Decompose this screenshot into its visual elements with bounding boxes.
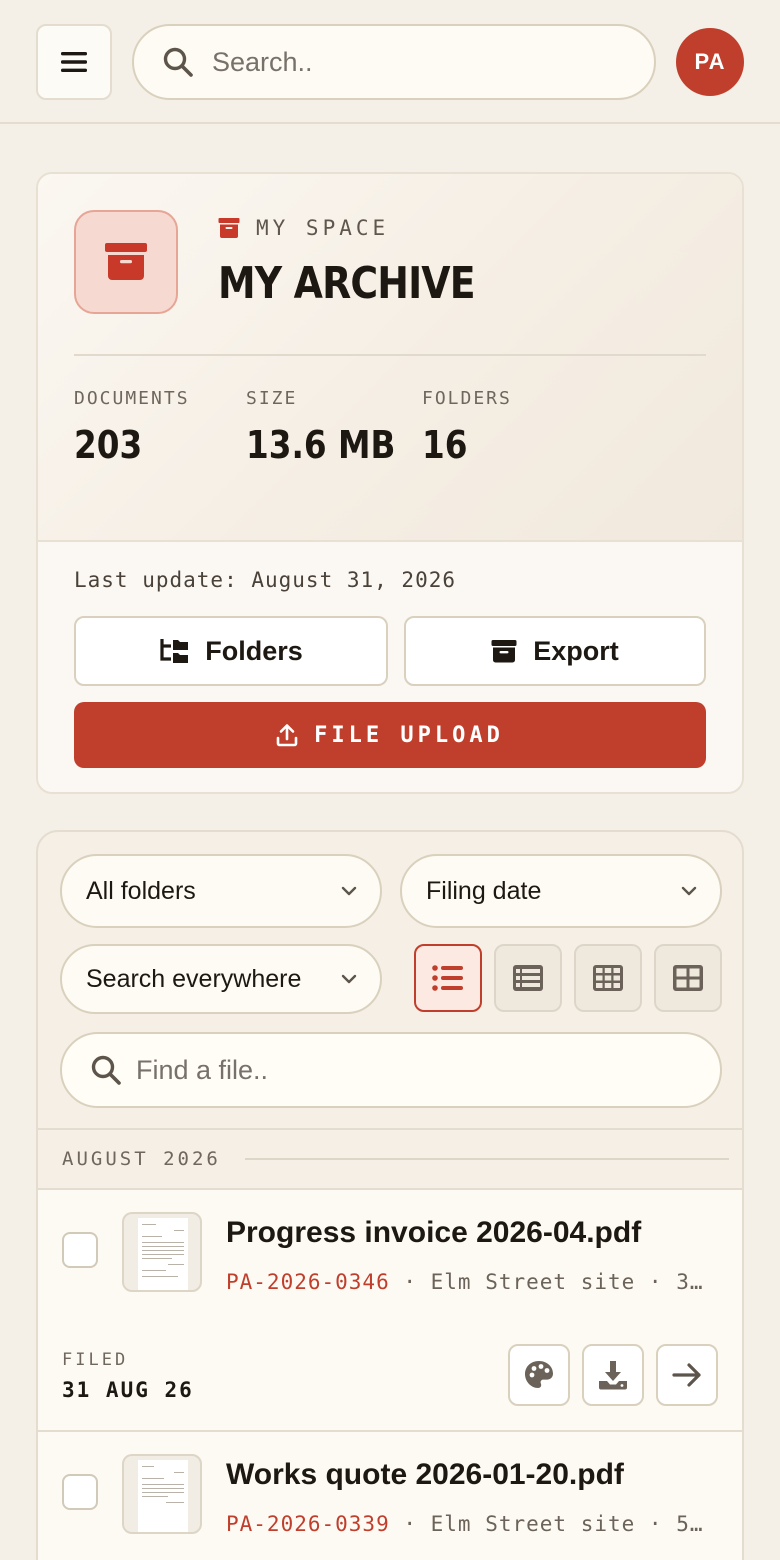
archive-box-icon xyxy=(105,243,147,280)
sort-select[interactable]: Filing date xyxy=(400,854,722,928)
archive-card: MY SPACE MY ARCHIVE DOCUMENTS 203 SIZE 1… xyxy=(36,172,744,794)
archive-eyebrow: MY SPACE xyxy=(218,216,389,240)
archive-small-icon xyxy=(218,218,240,238)
file-reference: PA-2026-0346 xyxy=(226,1270,390,1294)
list-view-button[interactable] xyxy=(414,944,482,1012)
thumbnail-page xyxy=(138,1218,188,1290)
filed-label: FILED xyxy=(62,1350,129,1370)
file-upload-label: FILE UPLOAD xyxy=(314,722,504,748)
search-icon xyxy=(91,1055,121,1085)
archive-icon-box xyxy=(74,210,178,314)
folders-button[interactable]: Folders xyxy=(74,616,388,686)
stat-documents: DOCUMENTS 203 xyxy=(74,388,190,467)
stat-label: DOCUMENTS xyxy=(74,388,190,409)
scope-select[interactable]: Search everywhere xyxy=(60,944,382,1014)
row-checkbox[interactable] xyxy=(62,1232,98,1268)
table-view-button[interactable] xyxy=(494,944,562,1012)
export-button[interactable]: Export xyxy=(404,616,706,686)
file-thumbnail xyxy=(122,1454,202,1534)
divider xyxy=(244,1158,729,1160)
grid-view-button[interactable] xyxy=(574,944,642,1012)
list-view-icon xyxy=(432,965,463,991)
find-file-input[interactable]: Find a file.. xyxy=(60,1032,722,1108)
folder-select[interactable]: All folders xyxy=(60,854,382,928)
file-upload-button[interactable]: FILE UPLOAD xyxy=(74,702,706,768)
large-grid-view-icon xyxy=(673,965,703,991)
filed-date: 31 AUG 26 xyxy=(62,1378,194,1402)
archive-title: MY ARCHIVE xyxy=(218,258,476,309)
scope-select-value: Search everywhere xyxy=(86,964,302,993)
stat-value: 16 xyxy=(422,423,468,467)
download-icon xyxy=(599,1361,627,1390)
global-search-placeholder: Search.. xyxy=(212,46,313,77)
chevron-down-icon xyxy=(681,886,697,896)
stat-value: 13.6 MB xyxy=(246,423,396,467)
row-checkbox[interactable] xyxy=(62,1474,98,1510)
download-button[interactable] xyxy=(582,1344,644,1406)
stat-label: SIZE xyxy=(246,388,298,409)
group-header: AUGUST 2026 xyxy=(38,1128,742,1190)
user-avatar[interactable]: PA xyxy=(676,28,744,96)
open-file-button[interactable] xyxy=(656,1344,718,1406)
grid-view-icon xyxy=(593,965,623,991)
export-button-label: Export xyxy=(533,635,619,666)
menu-button[interactable] xyxy=(36,24,112,100)
file-meta: PA-2026-0339 · Elm Street site · 5… xyxy=(226,1512,720,1536)
upload-icon xyxy=(276,724,298,747)
file-row[interactable]: Works quote 2026-01-20.pdf PA-2026-0339 … xyxy=(38,1432,742,1560)
folder-select-value: All folders xyxy=(86,876,196,905)
archive-eyebrow-text: MY SPACE xyxy=(256,216,390,240)
last-update-text: Last update: August 31, 2026 xyxy=(74,568,457,592)
find-file-placeholder: Find a file.. xyxy=(136,1054,269,1085)
file-reference: PA-2026-0339 xyxy=(226,1512,390,1536)
folder-tree-icon xyxy=(160,639,189,663)
theme-button[interactable] xyxy=(508,1344,570,1406)
folders-button-label: Folders xyxy=(205,635,303,666)
file-details: · Elm Street site · 5… xyxy=(389,1512,704,1536)
top-bar: Search.. PA xyxy=(0,0,780,124)
file-row[interactable]: Progress invoice 2026-04.pdf PA-2026-034… xyxy=(38,1190,742,1432)
group-label: AUGUST 2026 xyxy=(62,1148,221,1170)
file-name[interactable]: Progress invoice 2026-04.pdf xyxy=(226,1216,641,1250)
thumbnail-page xyxy=(138,1460,188,1532)
file-name[interactable]: Works quote 2026-01-20.pdf xyxy=(226,1458,624,1492)
file-details: · Elm Street site · 3… xyxy=(389,1270,704,1294)
chevron-down-icon xyxy=(341,886,357,896)
divider xyxy=(74,354,706,356)
chevron-down-icon xyxy=(341,974,357,984)
stat-size: SIZE 13.6 MB xyxy=(246,388,420,467)
search-icon xyxy=(163,47,193,77)
sort-select-value: Filing date xyxy=(426,876,542,905)
arrow-right-icon xyxy=(672,1363,701,1387)
stat-value: 203 xyxy=(74,423,143,467)
table-view-icon xyxy=(513,965,543,991)
palette-icon xyxy=(525,1361,553,1388)
global-search-input[interactable]: Search.. xyxy=(132,24,656,100)
stat-folders: FOLDERS 16 xyxy=(422,388,512,467)
large-grid-view-button[interactable] xyxy=(654,944,722,1012)
file-meta: PA-2026-0346 · Elm Street site · 3… xyxy=(226,1270,720,1294)
hamburger-icon xyxy=(61,52,87,72)
stat-label: FOLDERS xyxy=(422,388,512,409)
file-thumbnail xyxy=(122,1212,202,1292)
export-box-icon xyxy=(491,640,517,663)
files-panel: All folders Filing date Search everywher… xyxy=(36,830,744,1560)
archive-summary: MY SPACE MY ARCHIVE DOCUMENTS 203 SIZE 1… xyxy=(38,174,742,542)
